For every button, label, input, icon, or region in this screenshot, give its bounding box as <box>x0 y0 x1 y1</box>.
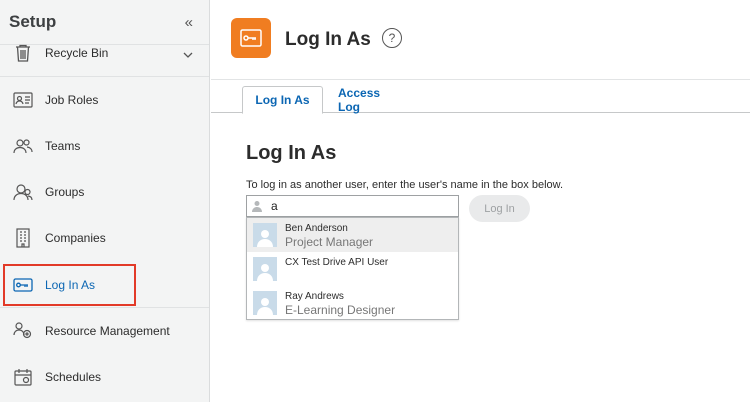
user-name: Ray Andrews <box>285 291 344 302</box>
building-icon <box>12 227 34 249</box>
sidebar-item-resource-management[interactable]: Resource Management <box>0 308 209 354</box>
user-icon <box>251 200 263 212</box>
tab-access-log[interactable]: Access Log <box>338 86 402 114</box>
sidebar-item-label: Resource Management <box>45 324 170 338</box>
avatar <box>253 257 277 281</box>
log-in-button[interactable]: Log In <box>469 195 530 222</box>
sidebar-item-schedules[interactable]: Schedules <box>0 354 209 400</box>
instructions-text: To log in as another user, enter the use… <box>246 179 564 191</box>
resource-icon <box>12 320 34 342</box>
calendar-icon <box>12 366 34 388</box>
page-title: Log In As <box>285 29 371 50</box>
sidebar-item-label: Teams <box>45 139 81 153</box>
user-role: E-Learning Designer <box>285 303 396 317</box>
sidebar: Setup « Recycle Bin Job Roles Teams Grou… <box>0 0 210 402</box>
user-search-field[interactable] <box>246 195 459 217</box>
help-icon[interactable]: ? <box>382 28 402 48</box>
list-item[interactable]: Ray Andrews E-Learning Designer <box>247 286 458 320</box>
page-header: Log In As ? <box>211 0 750 80</box>
tab-bar: Log In As Access Log <box>211 81 750 114</box>
avatar <box>253 223 277 247</box>
list-item[interactable]: CX Test Drive API User <box>247 252 458 286</box>
sidebar-item-companies[interactable]: Companies <box>0 215 209 261</box>
sidebar-item-label: Log In As <box>45 278 96 292</box>
user-suggestions-dropdown: Ben Anderson Project Manager CX Test Dri… <box>246 217 459 320</box>
collapse-sidebar-button[interactable]: « <box>185 14 193 31</box>
user-name: Ben Anderson <box>285 223 348 234</box>
sidebar-item-label: Recycle Bin <box>45 46 109 60</box>
chevron-down-icon[interactable] <box>183 45 193 63</box>
sidebar-item-job-roles[interactable]: Job Roles <box>0 77 209 123</box>
groups-icon <box>12 181 34 203</box>
sidebar-item-label: Job Roles <box>45 93 99 107</box>
sidebar-item-label: Schedules <box>45 370 102 384</box>
sidebar-title: Setup <box>9 12 57 31</box>
sidebar-item-teams[interactable]: Teams <box>0 123 209 169</box>
id-card-icon <box>12 89 34 111</box>
user-role: Project Manager <box>285 235 374 249</box>
section-title: Log In As <box>246 142 337 164</box>
login-as-app-icon <box>231 18 271 58</box>
user-name: CX Test Drive API User <box>285 257 389 268</box>
sidebar-item-log-in-as[interactable]: Log In As <box>3 264 136 306</box>
sidebar-item-recycle-bin[interactable]: Recycle Bin <box>0 30 209 76</box>
trash-icon <box>12 42 34 64</box>
user-search-input[interactable] <box>271 199 441 213</box>
sidebar-item-label: Groups <box>45 185 85 199</box>
team-icon <box>12 135 34 157</box>
tab-log-in-as[interactable]: Log In As <box>242 86 323 114</box>
list-item[interactable]: Ben Anderson Project Manager <box>247 218 458 252</box>
key-icon <box>12 274 34 296</box>
sidebar-item-groups[interactable]: Groups <box>0 169 209 215</box>
sidebar-item-label: Companies <box>45 231 106 245</box>
avatar <box>253 291 277 315</box>
